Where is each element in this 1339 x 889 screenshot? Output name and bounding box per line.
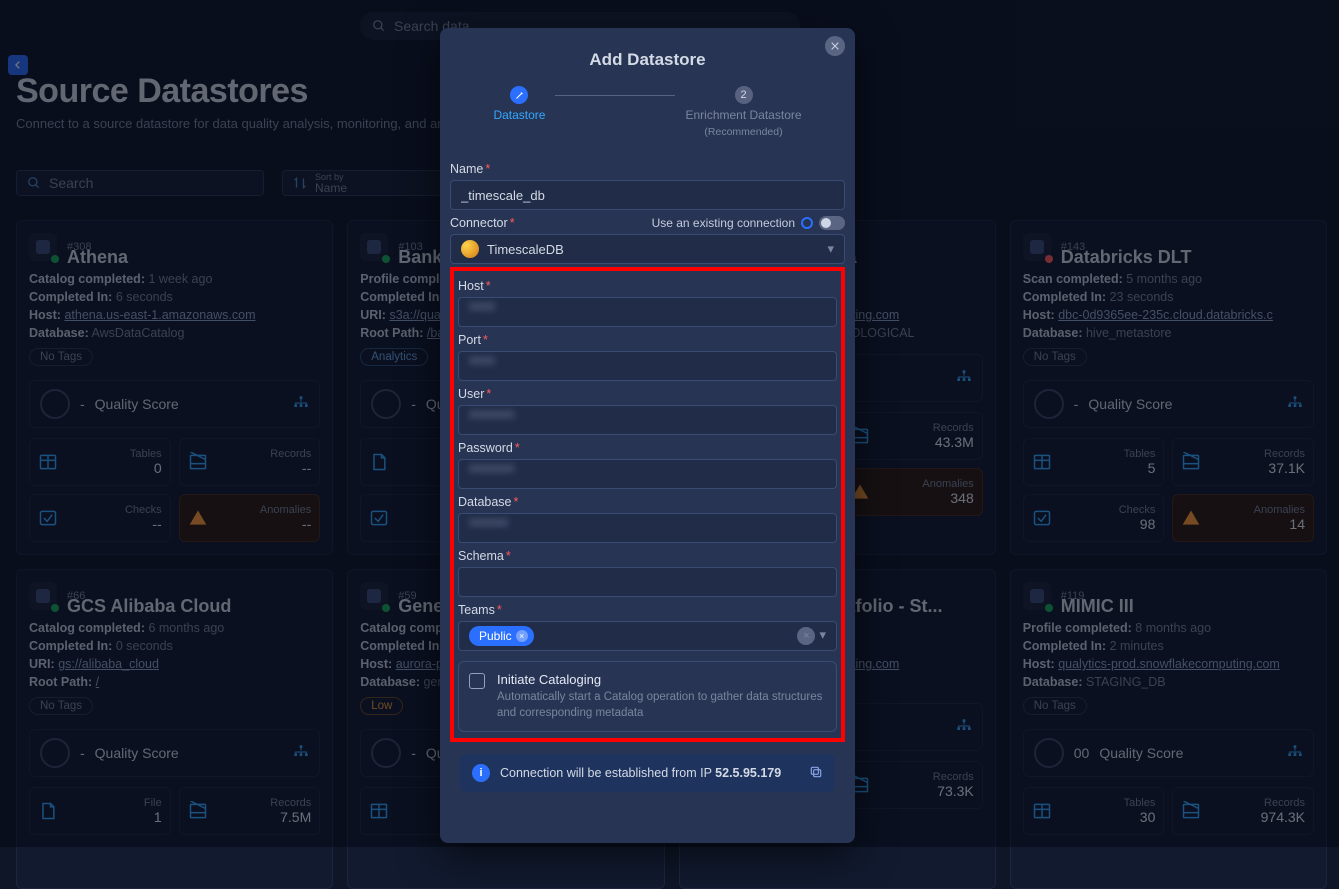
connection-ip: 52.5.95.179 [715, 766, 781, 780]
copy-icon [809, 765, 823, 779]
teams-select[interactable]: Public× × ▾ [458, 621, 837, 651]
required-asterisk: * [515, 441, 520, 455]
initiate-cataloging-option[interactable]: Initiate Cataloging Automatically start … [458, 661, 837, 732]
info-icon[interactable] [801, 217, 813, 229]
catalog-title: Initiate Cataloging [497, 672, 826, 687]
close-icon [830, 41, 840, 51]
team-chip[interactable]: Public× [469, 626, 534, 646]
clear-icon[interactable]: × [797, 627, 815, 645]
required-asterisk: * [497, 603, 502, 617]
required-asterisk: * [510, 216, 515, 230]
connection-ip-banner: i Connection will be established from IP… [460, 754, 835, 792]
connector-label: Connector [450, 216, 508, 230]
copy-button[interactable] [809, 765, 823, 782]
connector-select[interactable]: TimescaleDB ▾ [450, 234, 845, 264]
connection-message: Connection will be established from IP [500, 766, 715, 780]
user-input[interactable]: xxxxxxx [458, 405, 837, 435]
schema-input[interactable] [458, 567, 837, 597]
required-asterisk: * [486, 279, 491, 293]
step-connector-line [555, 95, 675, 96]
required-asterisk: * [506, 549, 511, 563]
port-label: Port [458, 333, 481, 347]
step-2-circle[interactable]: 2 [735, 86, 753, 104]
chevron-down-icon: ▾ [819, 627, 826, 645]
catalog-checkbox[interactable] [469, 673, 485, 689]
catalog-description: Automatically start a Catalog operation … [497, 690, 826, 721]
user-label: User [458, 387, 484, 401]
required-asterisk: * [483, 333, 488, 347]
pencil-icon [515, 91, 524, 100]
required-asterisk: * [485, 162, 490, 176]
required-asterisk: * [514, 495, 519, 509]
existing-connection-label: Use an existing connection [652, 216, 795, 230]
close-button[interactable] [825, 36, 845, 56]
name-label: Name [450, 162, 483, 176]
database-input[interactable]: xxxxxx [458, 513, 837, 543]
host-label: Host [458, 279, 484, 293]
chevron-down-icon: ▾ [827, 241, 834, 257]
step-indicator: Datastore 2 Enrichment Datastore (Recomm… [440, 80, 855, 152]
remove-chip-icon[interactable]: × [516, 630, 528, 642]
step-1-label: Datastore [493, 108, 545, 122]
port-input[interactable]: xxxx [458, 351, 837, 381]
existing-connection-toggle[interactable] [819, 216, 845, 230]
database-label: Database [458, 495, 512, 509]
step-2-label: Enrichment Datastore [685, 108, 801, 122]
teams-label: Teams [458, 603, 495, 617]
highlighted-fields-annotation: Host* xxxx Port* xxxx User* xxxxxxx Pass… [450, 267, 845, 742]
password-label: Password [458, 441, 513, 455]
connector-value: TimescaleDB [487, 242, 564, 257]
host-input[interactable]: xxxx [458, 297, 837, 327]
add-datastore-modal: Add Datastore Datastore 2 Enrichment Dat… [440, 28, 855, 843]
password-input[interactable]: xxxxxxx [458, 459, 837, 489]
required-asterisk: * [486, 387, 491, 401]
schema-label: Schema [458, 549, 504, 563]
timescale-logo-icon [461, 240, 479, 258]
modal-title: Add Datastore [440, 28, 855, 80]
name-input[interactable] [450, 180, 845, 210]
info-icon: i [472, 764, 490, 782]
step-2-sublabel: (Recommended) [704, 126, 782, 138]
step-1-circle[interactable] [510, 86, 528, 104]
